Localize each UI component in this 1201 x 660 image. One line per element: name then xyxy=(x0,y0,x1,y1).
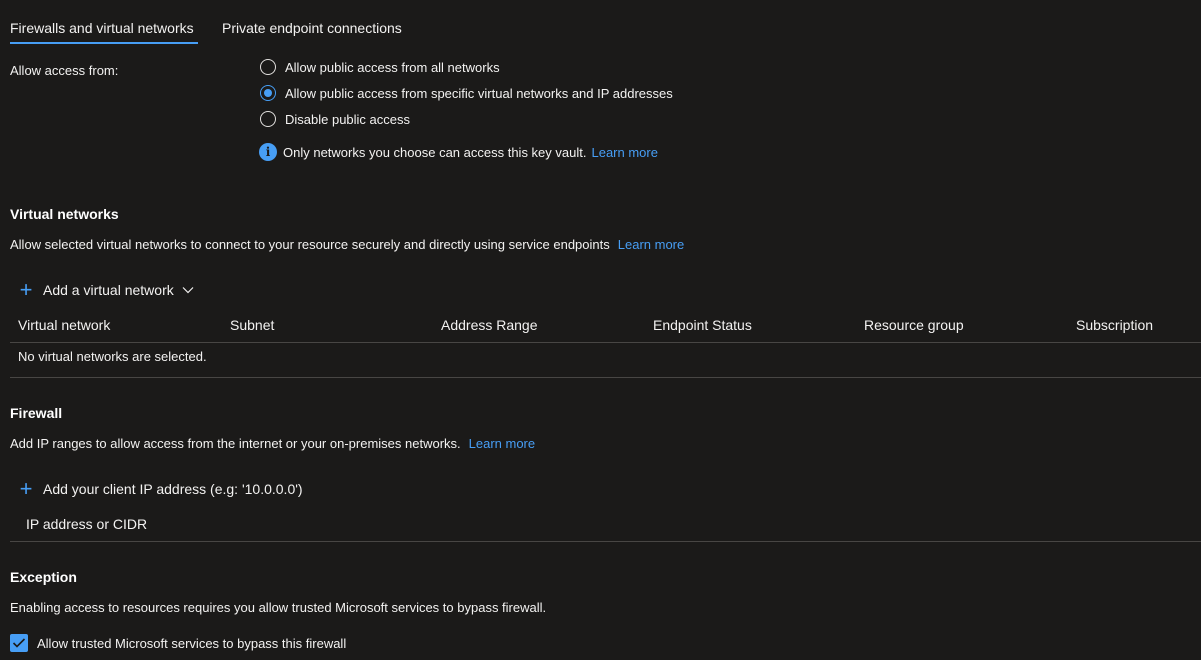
column-header-resource-group: Resource group xyxy=(864,317,964,333)
column-header-subscription: Subscription xyxy=(1076,317,1154,333)
column-header-virtual-network: Virtual network xyxy=(18,317,111,333)
exception-description: Enabling access to resources requires yo… xyxy=(10,600,547,615)
learn-more-link[interactable]: Learn more xyxy=(469,436,535,451)
plus-icon: + xyxy=(19,277,33,302)
checkbox-checked[interactable] xyxy=(10,634,28,652)
checkmark-icon xyxy=(12,638,26,648)
firewall-table-divider xyxy=(10,541,1201,542)
chevron-down-icon xyxy=(182,286,194,294)
column-header-subnet: Subnet xyxy=(230,317,275,333)
radio-label: Disable public access xyxy=(285,111,411,127)
add-virtual-network-label: Add a virtual network xyxy=(43,282,174,298)
column-header-endpoint-status: Endpoint Status xyxy=(653,317,752,333)
info-icon: i xyxy=(259,143,277,161)
empty-table-message: No virtual networks are selected. xyxy=(18,349,207,364)
info-text: Only networks you choose can access this… xyxy=(283,144,587,160)
learn-more-link[interactable]: Learn more xyxy=(591,145,657,160)
radio-button[interactable] xyxy=(260,59,276,75)
tab-private-endpoint-connections[interactable]: Private endpoint connections xyxy=(222,20,402,36)
learn-more-link[interactable]: Learn more xyxy=(618,237,684,252)
add-virtual-network-button[interactable]: + Add a virtual network xyxy=(15,279,194,301)
add-client-ip-button[interactable]: + Add your client IP address (e.g: '10.0… xyxy=(15,478,303,500)
radio-disable-public-access[interactable]: Disable public access xyxy=(260,111,410,127)
info-message: i Only networks you choose can access th… xyxy=(259,143,658,161)
column-header-address-range: Address Range xyxy=(441,317,538,333)
radio-label: Allow public access from specific virtua… xyxy=(285,85,673,101)
radio-all-networks[interactable]: Allow public access from all networks xyxy=(260,59,500,75)
radio-label: Allow public access from all networks xyxy=(285,59,500,75)
radio-button[interactable] xyxy=(260,111,276,127)
column-header-ip-address: IP address or CIDR xyxy=(26,516,148,532)
trusted-services-checkbox-row[interactable]: Allow trusted Microsoft services to bypa… xyxy=(10,634,346,652)
exception-title: Exception xyxy=(10,569,77,585)
firewall-description: Add IP ranges to allow access from the i… xyxy=(10,436,535,451)
tab-firewalls-and-virtual-networks[interactable]: Firewalls and virtual networks xyxy=(10,20,194,36)
radio-button-selected[interactable] xyxy=(260,85,276,101)
table-bottom-divider xyxy=(10,377,1201,378)
virtual-networks-title: Virtual networks xyxy=(10,206,119,222)
firewall-title: Firewall xyxy=(10,405,63,421)
virtual-networks-description: Allow selected virtual networks to conne… xyxy=(10,237,684,252)
plus-icon: + xyxy=(19,476,33,501)
add-client-ip-label: Add your client IP address (e.g: '10.0.0… xyxy=(43,481,303,497)
checkbox-label: Allow trusted Microsoft services to bypa… xyxy=(37,635,347,651)
active-tab-indicator xyxy=(10,42,198,44)
table-header-divider xyxy=(10,342,1201,343)
description-text: Allow selected virtual networks to conne… xyxy=(10,237,610,252)
description-text: Add IP ranges to allow access from the i… xyxy=(10,436,461,451)
allow-access-label: Allow access from: xyxy=(10,63,119,78)
radio-specific-networks[interactable]: Allow public access from specific virtua… xyxy=(260,85,673,101)
